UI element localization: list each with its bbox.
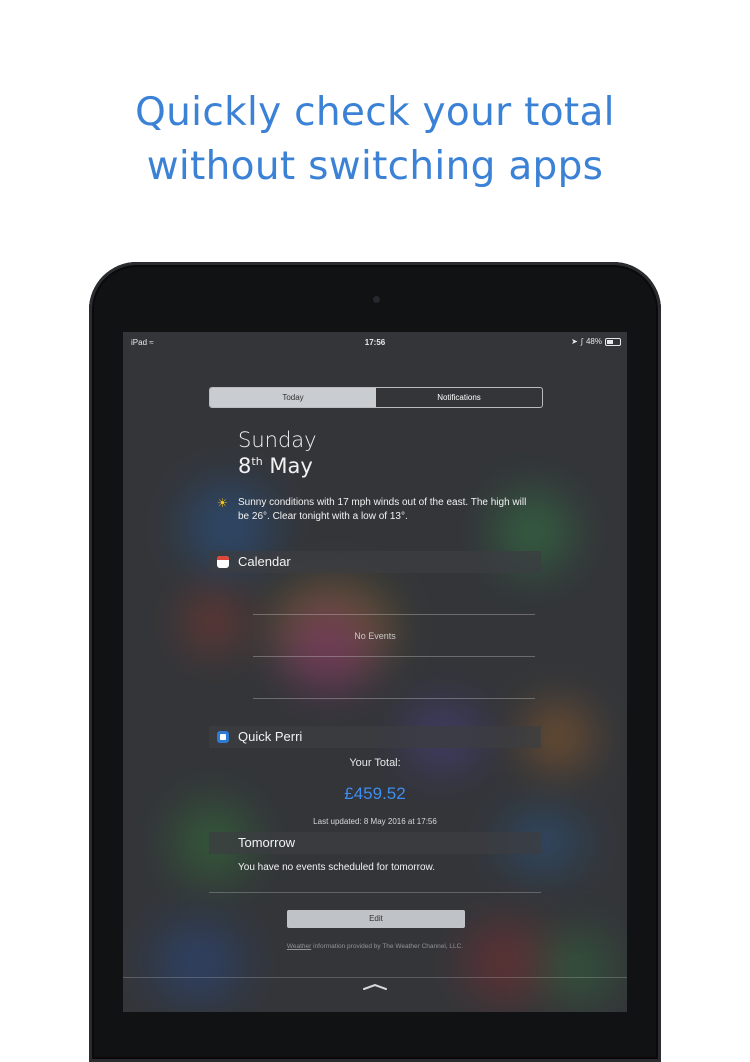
- tab-notifications[interactable]: Notifications: [376, 388, 542, 407]
- attribution-text: information provided by The Weather Chan…: [311, 943, 464, 950]
- total-amount[interactable]: £459.52: [123, 784, 627, 804]
- bluetooth-icon: ∫: [580, 337, 583, 346]
- tomorrow-text: You have no events scheduled for tomorro…: [238, 862, 435, 873]
- tomorrow-title: Tomorrow: [238, 835, 296, 850]
- tomorrow-header: Tomorrow: [209, 832, 541, 854]
- quick-perri-app-icon: [217, 731, 229, 743]
- camera-icon: [373, 296, 380, 303]
- battery-icon: [605, 337, 621, 346]
- battery-percent: 48%: [585, 337, 602, 346]
- weather-summary: ☀ Sunny conditions with 17 mph winds out…: [217, 496, 539, 524]
- no-events-label: No Events: [354, 631, 396, 641]
- tab-today[interactable]: Today: [210, 388, 376, 407]
- calendar-icon: [217, 556, 229, 568]
- headline-line-1: Quickly check your total: [135, 90, 615, 135]
- headline-line-2: without switching apps: [146, 144, 604, 189]
- status-bar: iPad ≈ 17:56 ➤ ∫ 48%: [123, 332, 627, 352]
- tomorrow-divider: [209, 892, 541, 893]
- promo-headline: Quickly check your total without switchi…: [0, 86, 750, 194]
- date-suffix: th: [251, 455, 263, 468]
- status-time: 17:56: [364, 338, 386, 347]
- weather-text: Sunny conditions with 17 mph winds out o…: [238, 497, 527, 522]
- calendar-divider: [253, 614, 535, 615]
- status-right: ➤ ∫ 48%: [571, 337, 621, 346]
- location-icon: ➤: [571, 337, 578, 346]
- your-total-label: Your Total:: [349, 757, 401, 769]
- date-day-month: 8th May: [238, 454, 313, 478]
- calendar-widget-header[interactable]: Calendar: [209, 551, 541, 573]
- ipad-screen: iPad ≈ 17:56 ➤ ∫ 48% Today Notifications…: [123, 332, 627, 1012]
- pull-up-chevron-icon[interactable]: [363, 984, 387, 990]
- calendar-divider: [253, 656, 535, 657]
- quick-perri-widget-header[interactable]: Quick Perri: [209, 726, 541, 748]
- date-day: 8: [238, 454, 252, 478]
- sun-icon: ☀: [217, 496, 228, 510]
- weather-link[interactable]: Weather: [287, 943, 311, 950]
- weather-attribution: Weather information provided by The Weat…: [123, 943, 627, 950]
- today-notifications-segmented-control: Today Notifications: [209, 387, 543, 408]
- calendar-divider: [253, 698, 535, 699]
- last-updated-label: Last updated: 8 May 2016 at 17:56: [313, 817, 437, 826]
- date-weekday: Sunday: [238, 428, 317, 452]
- edit-button[interactable]: Edit: [287, 910, 465, 928]
- quick-perri-title: Quick Perri: [238, 729, 303, 744]
- date-month: May: [269, 454, 313, 478]
- bottom-divider: [123, 977, 627, 978]
- calendar-title: Calendar: [238, 554, 291, 569]
